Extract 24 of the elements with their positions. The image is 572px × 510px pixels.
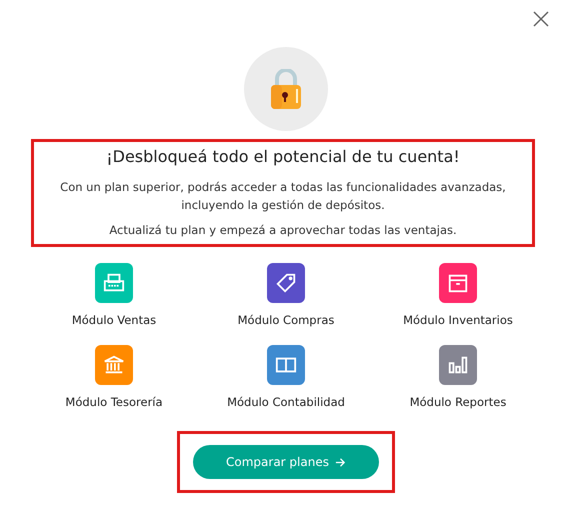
bar-chart-icon [447,354,469,376]
module-label: Módulo Compras [238,313,334,327]
printer-icon [103,272,125,294]
padlock-icon [269,69,303,109]
module-label: Módulo Tesorería [65,395,163,409]
heading: ¡Desbloqueá todo el potencial de tu cuenta! [106,146,460,166]
module-label: Módulo Reportes [410,395,506,409]
module-label: Módulo Inventarios [403,313,513,327]
compare-plans-button[interactable]: Comparar planes [193,445,379,479]
printer-module-tile[interactable] [95,263,133,303]
box-icon [447,272,469,294]
box-module-tile[interactable] [439,263,477,303]
close-icon[interactable] [533,11,549,27]
book-module-tile[interactable] [267,345,305,385]
description-text: Con un plan superior, podrás acceder a todas las funcionalidades avanzadas, incluyendo la gestión de depósitos. [59,178,507,214]
module-label: Módulo Ventas [72,313,156,327]
bank-icon [103,354,125,376]
description-text: Actualizá tu plan y empezá a aprovechar todas las ventajas. [108,222,458,239]
bank-module-tile[interactable] [95,345,133,385]
tag-icon [275,272,297,294]
chart-module-tile[interactable] [439,345,477,385]
tag-module-tile[interactable] [267,263,305,303]
module-label: Módulo Contabilidad [227,395,345,409]
arrow-right-icon [334,456,346,468]
